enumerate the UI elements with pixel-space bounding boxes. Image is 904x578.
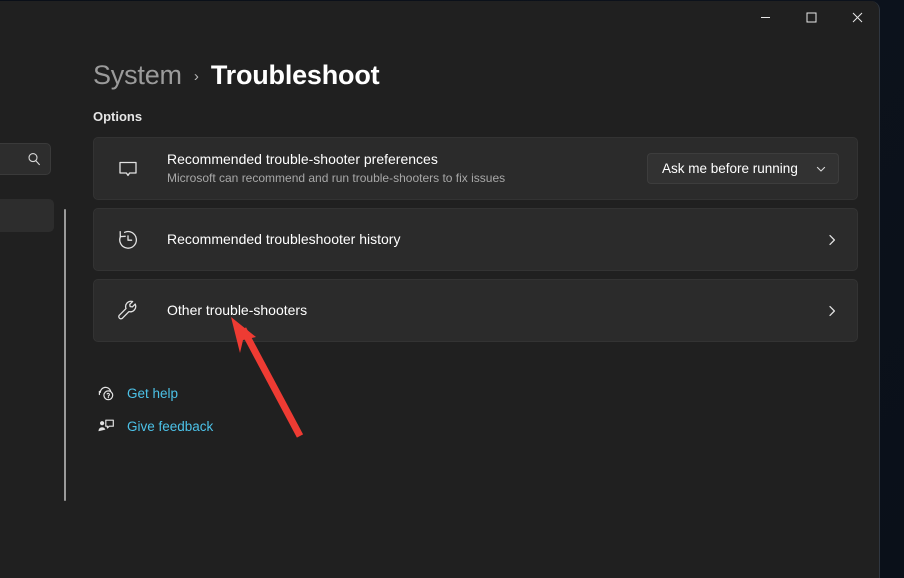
get-help-icon <box>93 384 119 402</box>
card-text-block: Other trouble-shooters <box>167 301 815 320</box>
close-button[interactable] <box>834 1 880 33</box>
card-title: Recommended trouble-shooter preferences <box>167 150 647 169</box>
link-get-help[interactable]: Get help <box>127 386 178 401</box>
chevron-down-icon <box>815 163 827 175</box>
window-titlebar <box>0 1 880 41</box>
maximize-button[interactable] <box>788 1 834 33</box>
wrench-icon <box>111 294 145 328</box>
page-scrollbar-thumb[interactable] <box>64 209 66 501</box>
card-troubleshooter-history[interactable]: Recommended troubleshooter history <box>93 208 858 271</box>
chevron-right-icon <box>825 233 839 247</box>
speech-bubble-icon <box>111 152 145 186</box>
section-header-options: Options <box>93 109 858 124</box>
history-icon <box>111 223 145 257</box>
card-title: Recommended troubleshooter history <box>167 230 815 249</box>
card-text-block: Recommended troubleshooter history <box>167 230 815 249</box>
breadcrumb-parent-system[interactable]: System <box>93 60 182 91</box>
page-content: System › Troubleshoot Options Recommende… <box>93 53 858 444</box>
dropdown-selected-value: Ask me before running <box>662 161 798 176</box>
card-other-troubleshooters[interactable]: Other trouble-shooters <box>93 279 858 342</box>
breadcrumb-separator-icon: › <box>194 69 199 84</box>
sidebar-item-system[interactable] <box>0 199 54 232</box>
page-title: Troubleshoot <box>211 60 380 91</box>
card-subtitle: Microsoft can recommend and run trouble-… <box>167 170 647 187</box>
link-row-give-feedback[interactable]: Give feedback <box>93 411 858 441</box>
breadcrumb: System › Troubleshoot <box>93 53 858 97</box>
link-row-get-help[interactable]: Get help <box>93 378 858 408</box>
footer-links: Get help Give feedback <box>93 378 858 441</box>
chevron-right-icon <box>825 304 839 318</box>
nav-search-box[interactable] <box>0 143 51 175</box>
card-recommended-preferences: Recommended trouble-shooter preferences … <box>93 137 858 200</box>
link-give-feedback[interactable]: Give feedback <box>127 419 213 434</box>
card-title: Other trouble-shooters <box>167 301 815 320</box>
minimize-button[interactable] <box>742 1 788 33</box>
recommended-preferences-dropdown[interactable]: Ask me before running <box>647 153 839 184</box>
settings-window: System › Troubleshoot Options Recommende… <box>0 1 880 578</box>
search-icon <box>27 152 41 166</box>
card-text-block: Recommended trouble-shooter preferences … <box>167 150 647 187</box>
feedback-icon <box>93 417 119 435</box>
